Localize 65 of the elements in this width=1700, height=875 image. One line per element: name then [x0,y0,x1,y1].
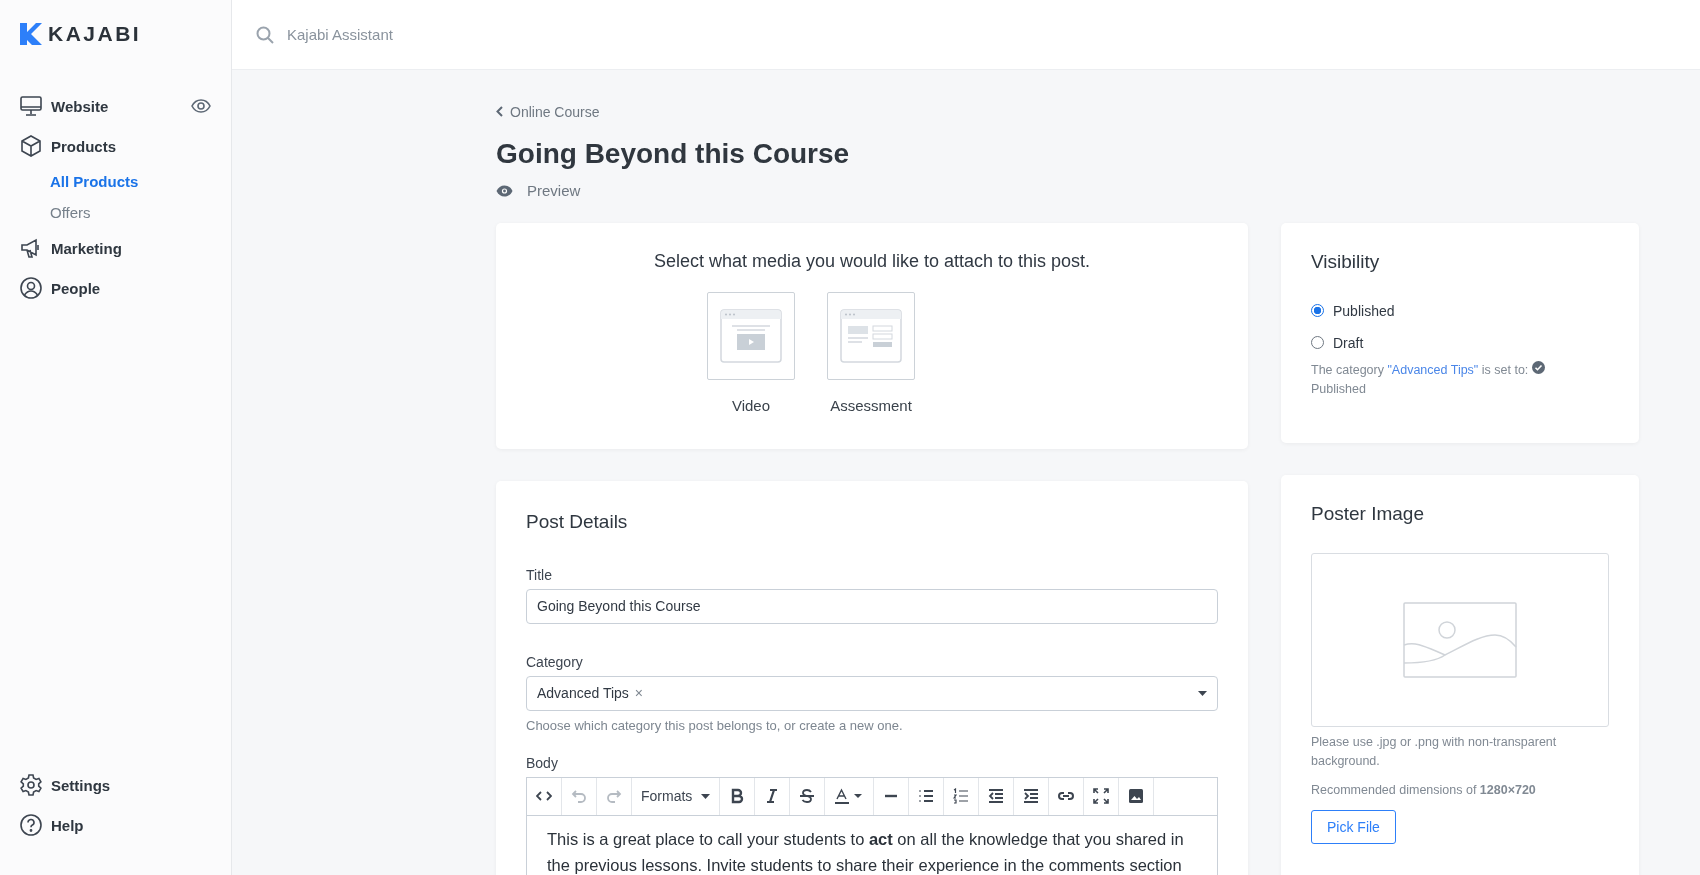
nav-item[interactable]: Settings [0,765,231,805]
chevron-left-icon [496,106,503,117]
outdent-icon [988,788,1005,804]
person-icon [20,277,42,299]
redo-icon [606,788,622,804]
nav-item[interactable]: Marketing [0,228,231,268]
megaphone-icon [20,237,42,259]
category-select-field[interactable]: Advanced Tips × [526,675,1218,711]
bullet-list-icon [918,788,935,804]
radio-label: Draft [1333,334,1364,351]
card-heading: Poster Image [1311,502,1425,525]
title-input-field[interactable]: Going Beyond this Course [526,588,1218,624]
search-field[interactable]: Kajabi Assistant [285,25,488,44]
search-icon [256,25,274,44]
media-prompt: Select what media you would like to attach to this post. [653,250,1091,272]
settings-icon [20,774,42,796]
nav-subitem[interactable]: All Products [0,166,231,197]
category-link[interactable]: "Advanced Tips" [1387,362,1479,377]
dimensions-text: Recommended dimensions of 1280×720 [1311,781,1537,799]
brand-name: KAJABI [48,22,142,46]
page-title: Going Beyond this Course [496,138,851,170]
body-text: This is a great place to call your students to act on all the knowledge that you shared in the previous lessons. Invite students to share their experience in the comments section [546,828,1185,875]
numbered-list-icon [953,788,970,804]
video-page-icon [720,308,782,363]
card-heading: Post Details [526,510,629,533]
image-placeholder-icon [1403,601,1517,678]
help-text: Please use .jpg or .png with non-transparent background. [1311,733,1558,770]
indent-icon [1023,788,1040,804]
text-color-icon [834,788,865,804]
nav-item[interactable]: Website [0,86,231,126]
pick-file-button[interactable]: Pick File [1311,809,1396,844]
undo-icon [571,788,587,804]
visibility-note: The category "Advanced Tips" is set to: Published [1311,360,1609,399]
caret-icon [701,793,711,799]
eye-icon[interactable] [191,99,211,113]
logo-mark-icon [20,23,42,45]
bold-icon [729,788,746,804]
eye-icon [496,184,513,197]
box-icon [20,135,42,157]
nav-item[interactable]: Products [0,126,231,166]
radio-button[interactable] [1311,304,1324,317]
nav-item[interactable]: Help [0,805,231,845]
help-icon [20,814,42,836]
strikethrough-icon [799,788,816,804]
breadcrumb-link[interactable]: Online Course [496,103,600,120]
check-circle-icon [1531,360,1545,374]
form-page-icon [840,308,902,363]
remove-tag-button[interactable]: × [634,685,644,701]
preview-link[interactable]: Preview [496,182,581,199]
help-text: Choose which category this post belongs to, or create a new one. [526,717,904,733]
nav-item[interactable]: People [0,268,231,308]
nav-subitem[interactable]: Offers [0,197,231,228]
rich-text-editor[interactable]: Formats This is a great place to call your students to act on all the knowledge that you shared in the previous lessons. Invite students to share their experience in the comments section [526,776,1218,875]
media-option-label: Video [731,396,771,414]
monitor-icon [20,95,42,117]
radio-label: Published [1333,302,1395,319]
card-heading: Visibility [1311,250,1381,273]
caret-icon [1198,690,1207,696]
category-tag: Advanced Tips [537,685,629,701]
fullscreen-icon [1093,788,1110,804]
image-icon [1128,788,1145,804]
media-option-label: Assessment [830,396,912,414]
field-label: Category [526,653,584,670]
field-label: Body [526,754,559,771]
field-label: Title [526,566,553,583]
